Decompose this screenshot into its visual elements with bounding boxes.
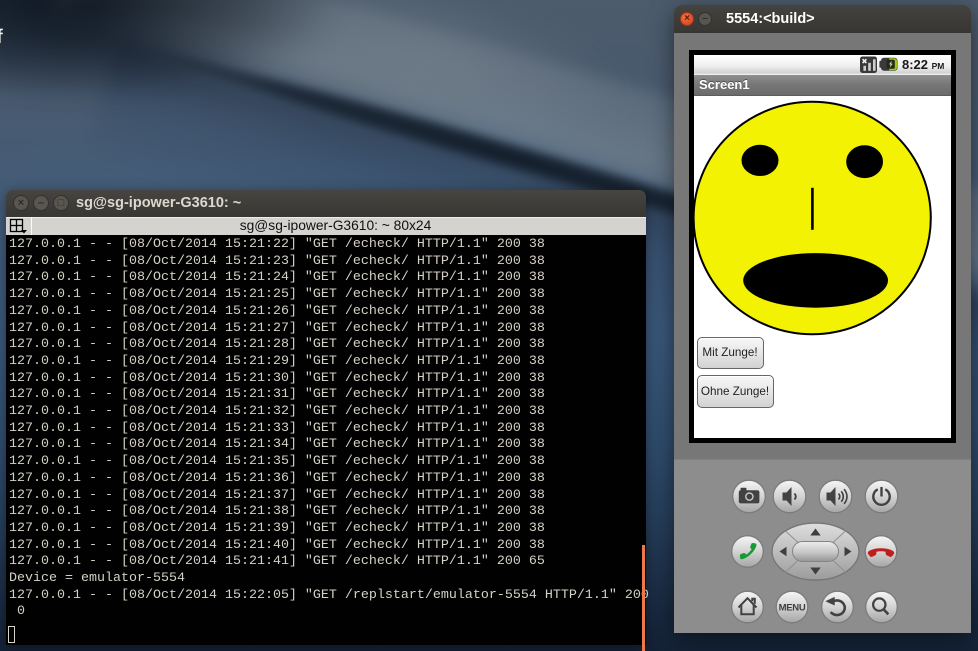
svg-text:MENU: MENU: [779, 603, 806, 614]
